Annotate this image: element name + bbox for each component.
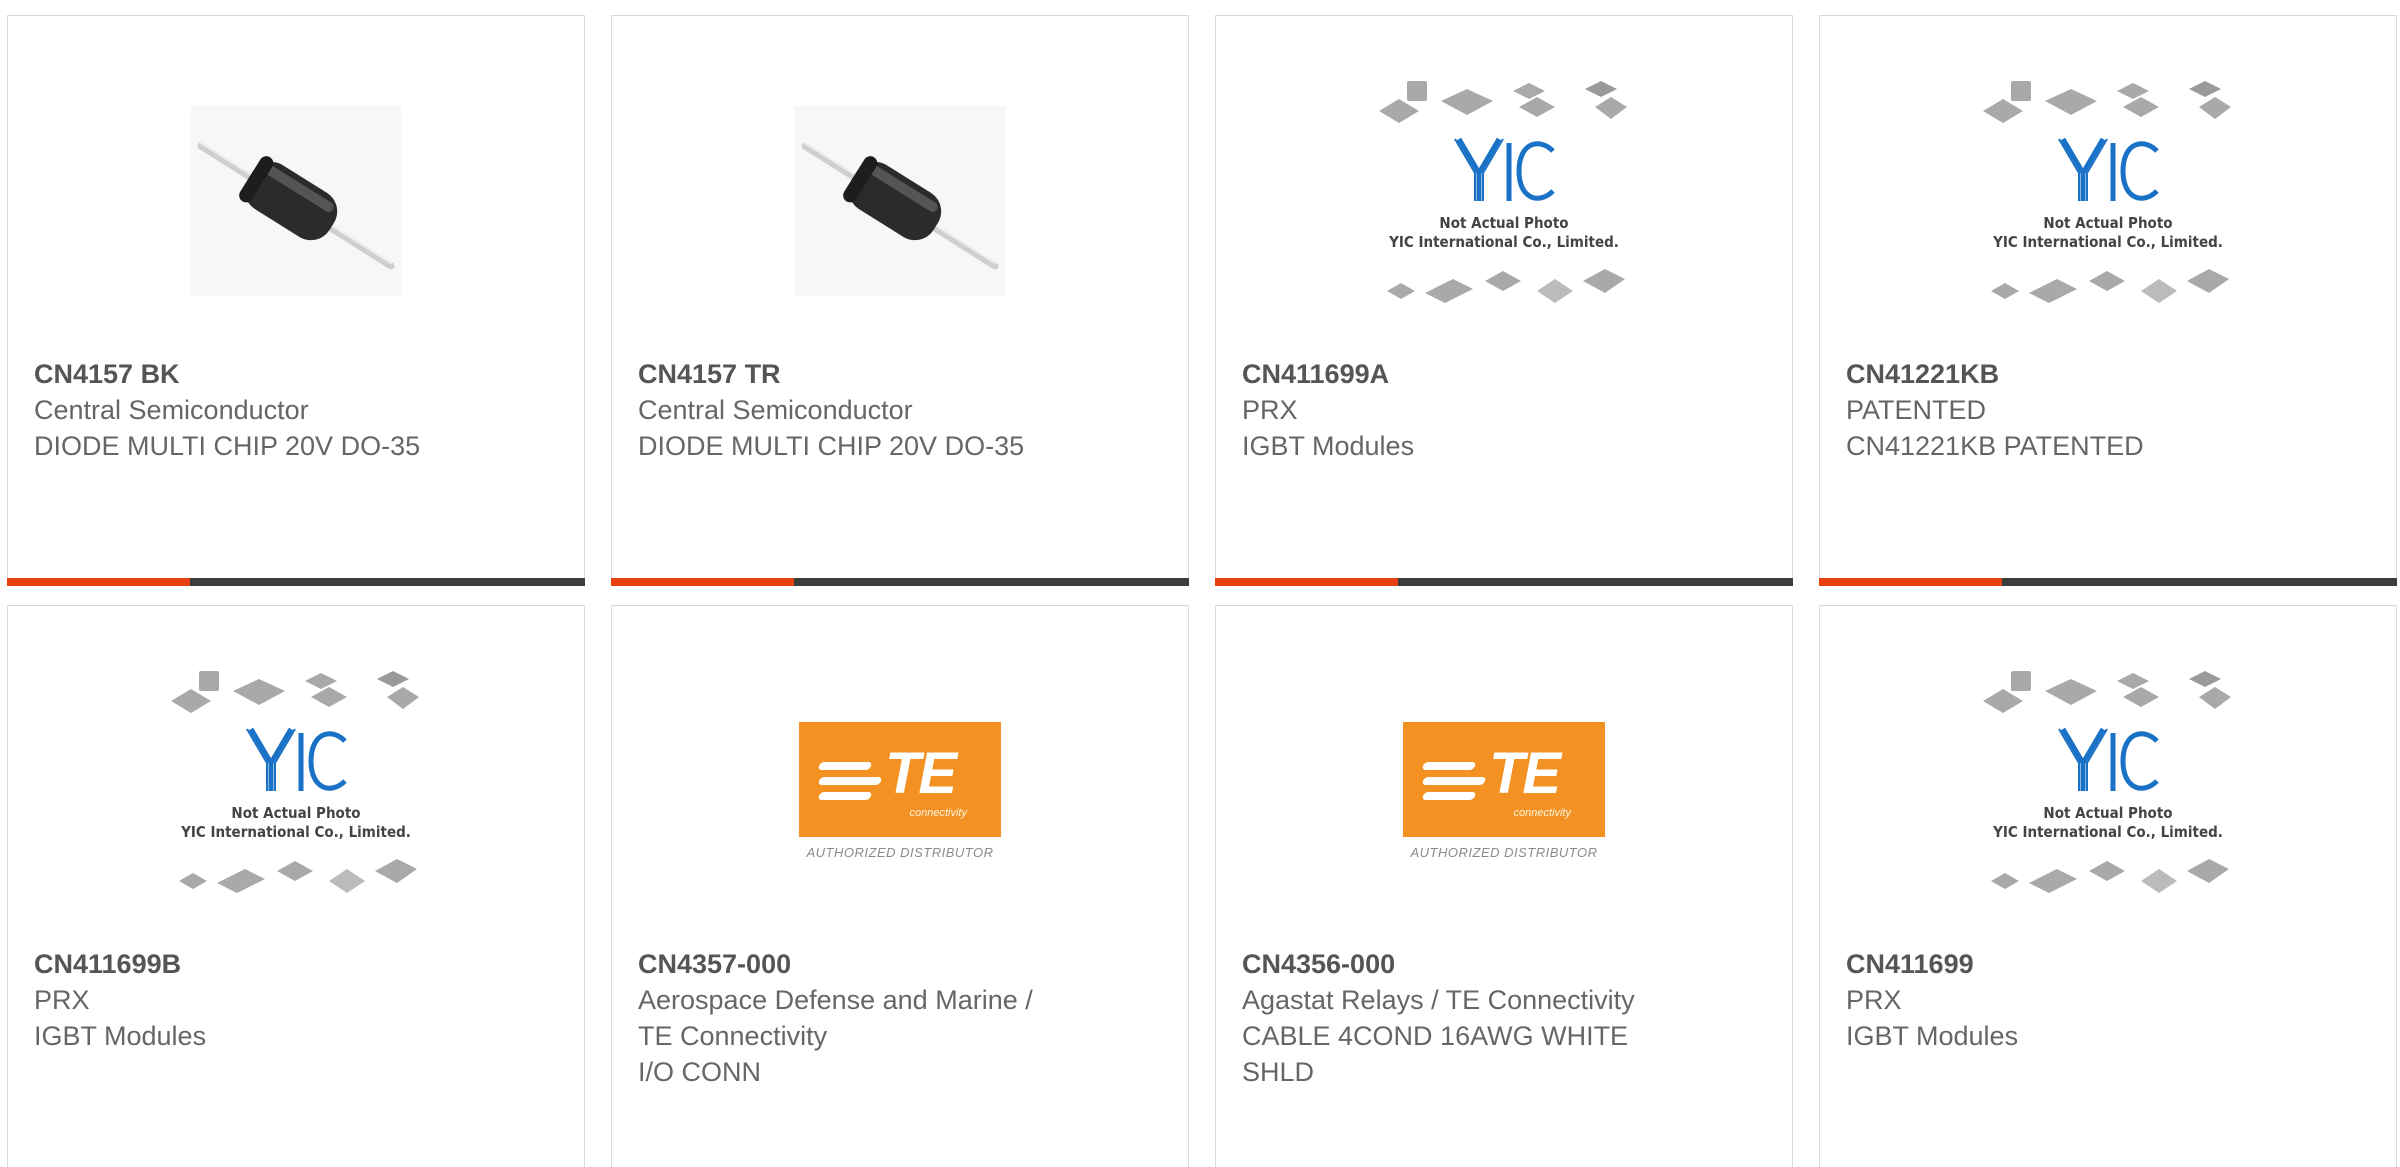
manufacturer: Central Semiconductor (638, 395, 913, 425)
card-accent (1819, 578, 2002, 586)
product-card[interactable]: Not Actual Photo YIC International Co., … (1215, 15, 1793, 586)
card-bottom-bar (7, 578, 585, 586)
product-image-diode[interactable] (612, 86, 1188, 316)
te-authorized: AUTHORIZED DISTRIBUTOR (806, 845, 994, 860)
product-card[interactable]: TE connectivity AUTHORIZED DISTRIBUTOR C… (1215, 605, 1793, 1167)
placeholder-caption-1: Not Actual Photo (1439, 214, 1568, 232)
te-logo-box: TE connectivity (799, 722, 1001, 837)
placeholder-caption-2: YIC International Co., Limited. (1992, 823, 2223, 841)
manufacturer: Aerospace Defense and Marine / (638, 985, 1033, 1015)
card-bottom-bar (1819, 578, 2397, 586)
manufacturer: PRX (1242, 395, 1298, 425)
diode-icon (795, 106, 1005, 296)
card-accent (1215, 578, 1398, 586)
description: DIODE MULTI CHIP 20V DO-35 (34, 431, 421, 461)
diode-icon (191, 106, 401, 296)
description: IGBT Modules (1846, 1021, 2019, 1051)
te-logo-box: TE connectivity (1403, 722, 1605, 837)
te-logo: TE connectivity AUTHORIZED DISTRIBUTOR (1403, 722, 1605, 860)
product-image-te-logo[interactable]: TE connectivity AUTHORIZED DISTRIBUTOR (1216, 676, 1792, 906)
description: IGBT Modules (1242, 431, 1415, 461)
product-info: CN4356-000 Agastat Relays / TE Connectiv… (1242, 946, 1672, 1090)
yic-placeholder-icon: Not Actual Photo YIC International Co., … (1983, 671, 2231, 893)
placeholder-caption-2: YIC International Co., Limited. (1992, 233, 2223, 251)
card-bottom-bar (611, 578, 1189, 586)
manufacturer: PRX (1846, 985, 1902, 1015)
placeholder-caption-2: YIC International Co., Limited. (1388, 233, 1619, 251)
product-card[interactable]: CN4157 TR Central Semiconductor DIODE MU… (611, 15, 1189, 586)
manufacturer: PRX (34, 985, 90, 1015)
part-number[interactable]: CN411699A (1242, 356, 1672, 392)
product-info: CN4357-000 Aerospace Defense and Marine … (638, 946, 1068, 1090)
product-card[interactable]: Not Actual Photo YIC International Co., … (1819, 605, 2397, 1167)
manufacturer: TE Connectivity (638, 1021, 828, 1051)
manufacturer: PATENTED (1846, 395, 1987, 425)
description: I/O CONN (638, 1057, 762, 1087)
product-image-placeholder[interactable]: Not Actual Photo YIC International Co., … (8, 671, 584, 906)
product-grid: CN4157 BK Central Semiconductor DIODE MU… (0, 0, 2400, 1167)
part-number[interactable]: CN41221KB (1846, 356, 2276, 392)
product-info: CN4157 BK Central Semiconductor DIODE MU… (34, 356, 464, 464)
te-brand: TE (1489, 741, 1561, 806)
part-number[interactable]: CN411699 (1846, 946, 2276, 982)
description: CN41221KB PATENTED (1846, 431, 2144, 461)
te-sub: connectivity (1513, 807, 1571, 819)
manufacturer: Agastat Relays / TE Connectivity (1242, 985, 1635, 1015)
te-authorized: AUTHORIZED DISTRIBUTOR (1410, 845, 1598, 860)
placeholder-caption-1: Not Actual Photo (231, 804, 360, 822)
yic-placeholder-icon: Not Actual Photo YIC International Co., … (1379, 81, 1627, 303)
card-bottom-bar (1215, 578, 1793, 586)
te-sub: connectivity (909, 807, 967, 819)
placeholder-caption-1: Not Actual Photo (2043, 214, 2172, 232)
te-lines-icon (1421, 762, 1487, 807)
yic-placeholder-icon: Not Actual Photo YIC International Co., … (171, 671, 419, 893)
product-info: CN411699A PRX IGBT Modules (1242, 356, 1672, 464)
part-number[interactable]: CN4356-000 (1242, 946, 1672, 982)
product-card[interactable]: TE connectivity AUTHORIZED DISTRIBUTOR C… (611, 605, 1189, 1167)
product-image-placeholder[interactable]: Not Actual Photo YIC International Co., … (1216, 81, 1792, 316)
product-image-placeholder[interactable]: Not Actual Photo YIC International Co., … (1820, 671, 2396, 906)
description: CABLE 4COND 16AWG WHITE (1242, 1021, 1629, 1051)
description: IGBT Modules (34, 1021, 207, 1051)
description: SHLD (1242, 1057, 1315, 1087)
product-image-diode[interactable] (8, 86, 584, 316)
manufacturer: Central Semiconductor (34, 395, 309, 425)
product-info: CN41221KB PATENTED CN41221KB PATENTED (1846, 356, 2276, 464)
product-info: CN411699B PRX IGBT Modules (34, 946, 464, 1054)
product-image-te-logo[interactable]: TE connectivity AUTHORIZED DISTRIBUTOR (612, 676, 1188, 906)
part-number[interactable]: CN4357-000 (638, 946, 1068, 982)
product-image-placeholder[interactable]: Not Actual Photo YIC International Co., … (1820, 81, 2396, 316)
product-info: CN4157 TR Central Semiconductor DIODE MU… (638, 356, 1068, 464)
te-lines-icon (817, 762, 883, 807)
product-card[interactable]: Not Actual Photo YIC International Co., … (7, 605, 585, 1167)
part-number[interactable]: CN411699B (34, 946, 464, 982)
yic-placeholder-icon: Not Actual Photo YIC International Co., … (1983, 81, 2231, 303)
card-accent (611, 578, 794, 586)
product-card[interactable]: Not Actual Photo YIC International Co., … (1819, 15, 2397, 586)
description: DIODE MULTI CHIP 20V DO-35 (638, 431, 1025, 461)
te-brand: TE (885, 741, 957, 806)
product-card[interactable]: CN4157 BK Central Semiconductor DIODE MU… (7, 15, 585, 586)
placeholder-caption-1: Not Actual Photo (2043, 804, 2172, 822)
part-number[interactable]: CN4157 TR (638, 356, 1068, 392)
placeholder-caption-2: YIC International Co., Limited. (180, 823, 411, 841)
te-logo: TE connectivity AUTHORIZED DISTRIBUTOR (799, 722, 1001, 860)
part-number[interactable]: CN4157 BK (34, 356, 464, 392)
card-accent (7, 578, 190, 586)
product-info: CN411699 PRX IGBT Modules (1846, 946, 2276, 1054)
